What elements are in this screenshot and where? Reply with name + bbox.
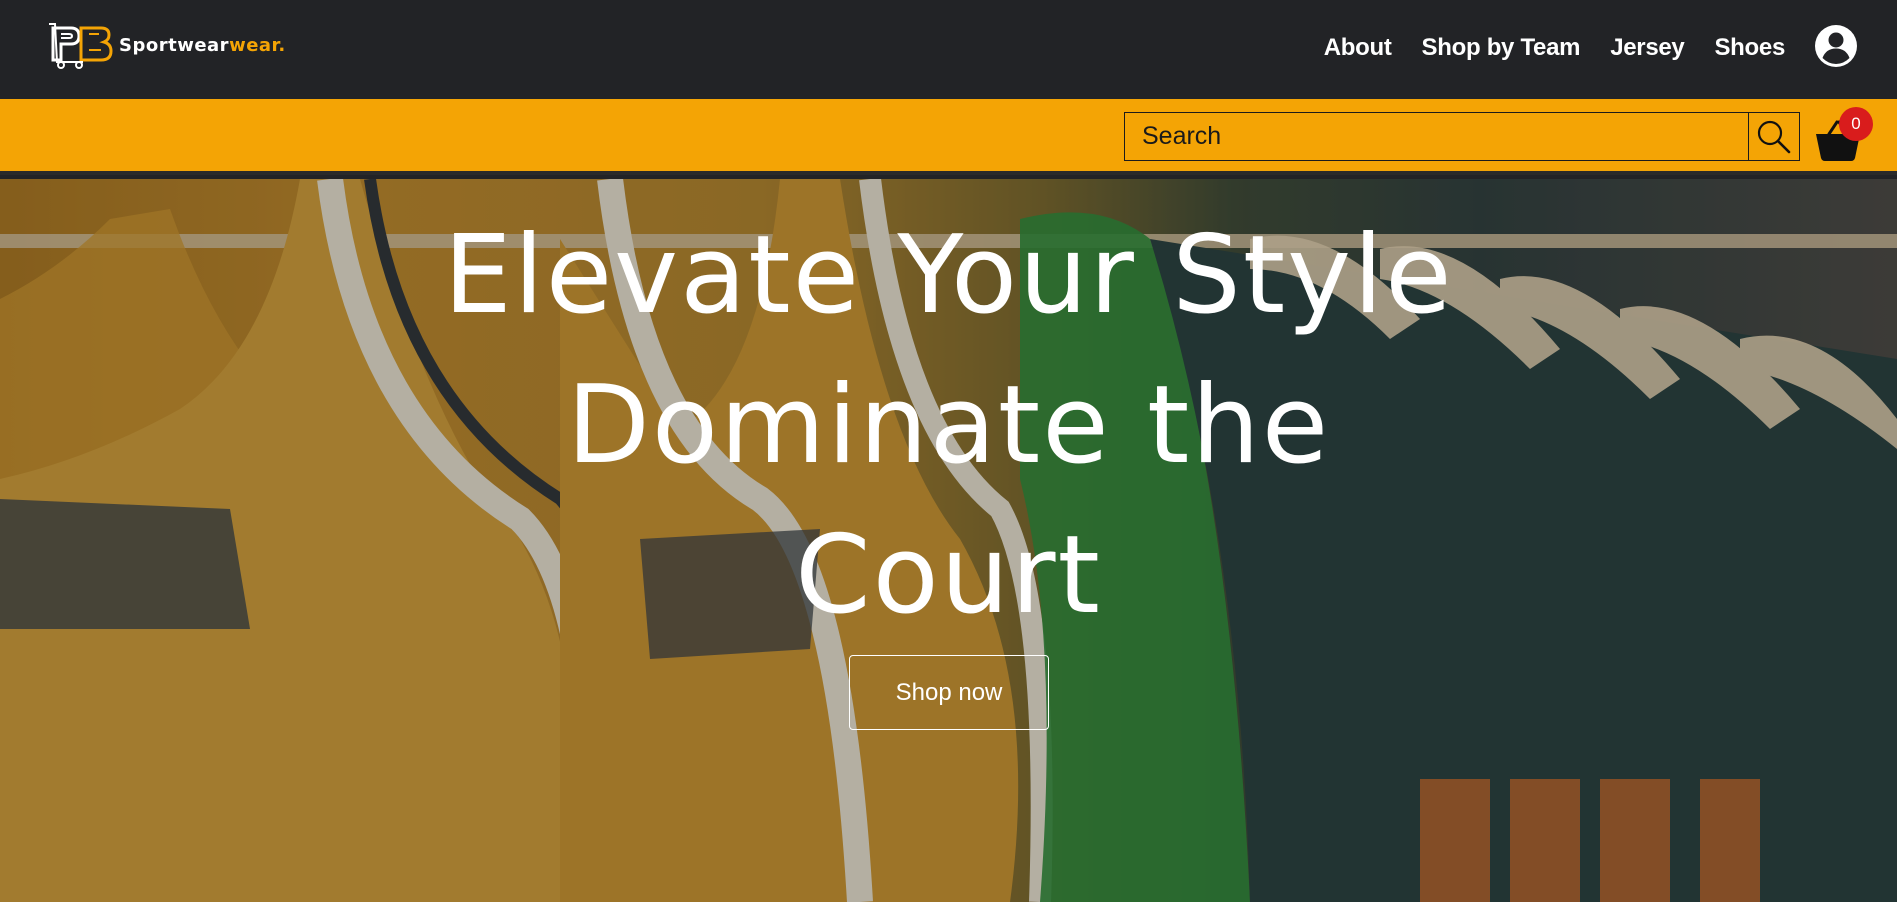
hero-headline-line-3: Court <box>795 513 1102 638</box>
account-button[interactable] <box>1814 24 1858 68</box>
nav-link-shop-by-team[interactable]: Shop by Team <box>1422 34 1581 62</box>
cart-count-badge: 0 <box>1839 107 1873 141</box>
search-button[interactable] <box>1748 112 1800 161</box>
hero-headline-line-1: Elevate Your Style <box>443 213 1454 338</box>
user-circle-icon <box>1815 25 1857 67</box>
nav-link-shoes[interactable]: Shoes <box>1714 34 1785 62</box>
brand-logo[interactable]: Sportwearwear. <box>49 22 286 70</box>
hero-headline-line-2: Dominate the <box>566 363 1331 488</box>
main-nav: About Shop by Team Jersey Shoes <box>1324 34 1786 62</box>
nav-link-about[interactable]: About <box>1324 34 1392 62</box>
hero-banner: Elevate Your Style Dominate the Court Sh… <box>0 179 1897 902</box>
brand-name: Sportwearwear. <box>119 34 286 56</box>
search-icon <box>1757 120 1791 153</box>
top-navbar: Sportwearwear. About Shop by Team Jersey… <box>0 0 1897 99</box>
nav-link-jersey[interactable]: Jersey <box>1610 34 1685 62</box>
search-input[interactable] <box>1124 112 1749 161</box>
hero-headline: Elevate Your Style Dominate the Court <box>0 201 1897 651</box>
shop-now-button[interactable]: Shop now <box>849 655 1049 730</box>
cart-button[interactable]: 0 <box>1815 107 1875 161</box>
pb-logo-mark-icon <box>49 23 113 69</box>
